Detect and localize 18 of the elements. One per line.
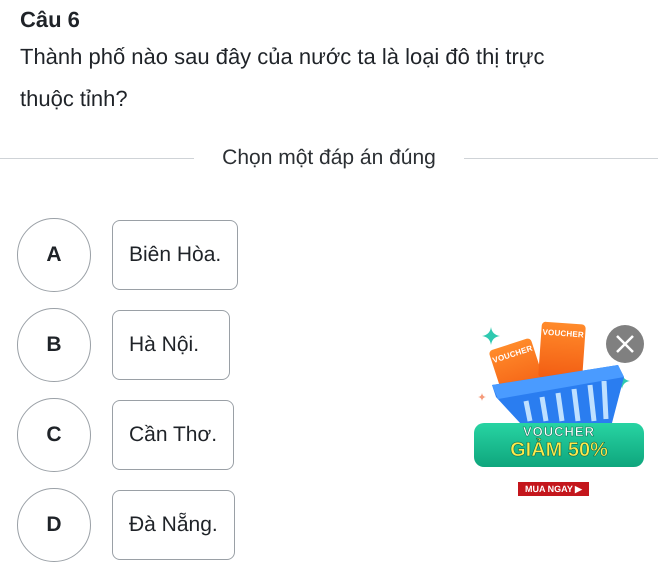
sparkle-icon bbox=[482, 327, 500, 345]
option-letter[interactable]: A bbox=[17, 218, 91, 292]
option-letter[interactable]: C bbox=[17, 398, 91, 472]
close-icon bbox=[614, 333, 636, 355]
option-letter[interactable]: B bbox=[17, 308, 91, 382]
answer-option[interactable]: Cần Thơ. bbox=[112, 400, 234, 470]
question-title: Câu 6 bbox=[19, 6, 81, 34]
answer-option[interactable]: Đà Nẵng. bbox=[112, 490, 235, 560]
discount-text: GIẢM 50% bbox=[510, 439, 608, 461]
instruction-text: Chọn một đáp án đúng bbox=[222, 146, 436, 170]
sparkle-icon bbox=[478, 393, 486, 401]
close-button[interactable] bbox=[606, 325, 644, 363]
buy-now-button[interactable]: MUA NGAY ▶ bbox=[518, 482, 590, 496]
option-letter[interactable]: D bbox=[17, 488, 91, 562]
answer-option[interactable]: Hà Nội. bbox=[112, 310, 230, 380]
answer-option[interactable]: Biên Hòa. bbox=[112, 220, 238, 290]
voucher-heading: VOUCHER bbox=[522, 424, 595, 439]
question-text: Thành phố nào sau đây của nước ta là loại đô thị trực thuộc tỉnh? bbox=[19, 43, 546, 113]
